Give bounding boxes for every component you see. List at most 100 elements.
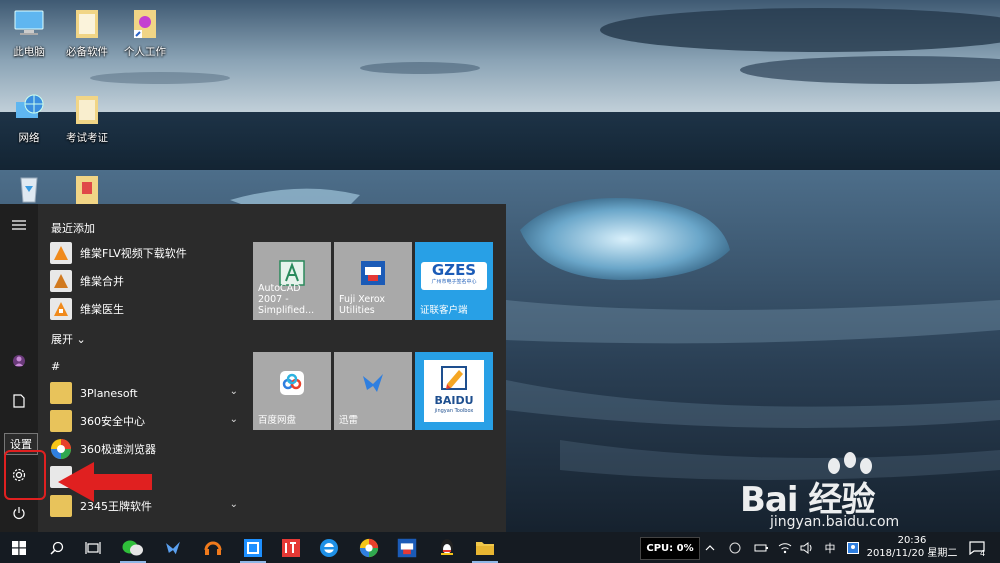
show-hidden-icons-button[interactable] xyxy=(702,532,718,563)
desktop-icon-this-pc[interactable]: 此电脑 xyxy=(0,6,60,59)
user-avatar-icon xyxy=(13,355,25,367)
expand-button[interactable]: 展开 ⌄ xyxy=(51,331,86,347)
documents-button[interactable] xyxy=(0,384,38,418)
tile-gzes-client[interactable]: GZES 广州市电子签名中心 证联客户端 xyxy=(415,242,493,320)
battery-icon xyxy=(754,544,768,551)
tile-label: 百度网盘 xyxy=(258,415,297,426)
computer-icon xyxy=(12,6,46,40)
user-account-button[interactable] xyxy=(0,344,38,378)
app-name: 3Planesoft xyxy=(80,386,138,400)
app-item-weitang-merge[interactable]: 维棠合并 xyxy=(50,268,240,294)
desktop-icon-essential-software[interactable]: 必备软件 xyxy=(56,6,118,59)
taskbar-fuji-xerox[interactable] xyxy=(390,532,424,563)
clock-time: 20:36 xyxy=(897,535,927,546)
wechat-icon xyxy=(122,540,143,555)
folder-shortcut-icon xyxy=(128,6,162,40)
system-clock[interactable]: 20:36 2018/11/20 星期二 xyxy=(862,534,962,560)
baidu-jingyan-watermark: Bai 经验 jingyan.baidu.com xyxy=(740,452,1000,536)
taskbar-wechat[interactable] xyxy=(116,532,150,563)
xunlei-bird-icon xyxy=(360,370,386,399)
folder-icon xyxy=(70,6,104,40)
baidu-toolbox-sub: jingyan Toolbox xyxy=(434,408,474,414)
folder-icon xyxy=(50,382,72,404)
app-item-weitang-flv[interactable]: 维棠FLV视频下载软件 xyxy=(50,240,240,266)
chevron-down-icon: ⌄ xyxy=(76,333,86,346)
tray-app-icon[interactable] xyxy=(726,532,744,563)
gzes-logo-sub: 广州市电子签名中心 xyxy=(431,279,477,285)
folder-icon xyxy=(50,410,72,432)
fuji-xerox-icon xyxy=(360,260,386,289)
browser-360-icon xyxy=(359,538,379,557)
search-icon xyxy=(50,541,64,555)
task-view-button[interactable] xyxy=(76,532,110,563)
taskbar-headset-app[interactable] xyxy=(196,532,230,563)
user-card-icon xyxy=(847,541,859,554)
chevron-up-icon xyxy=(705,544,715,550)
news-app-icon xyxy=(282,538,300,557)
desktop-icon-document-folder[interactable] xyxy=(56,172,118,206)
internet-explorer-icon xyxy=(320,538,338,557)
app-name: 维棠FLV视频下载软件 xyxy=(80,247,187,260)
tile-label: 迅雷 xyxy=(339,415,359,426)
tile-baidu-netdisk[interactable]: 百度网盘 xyxy=(253,352,331,430)
start-button[interactable] xyxy=(2,532,36,563)
desktop-icon-network[interactable]: 网络 xyxy=(0,92,60,145)
gzes-logo-text: GZES xyxy=(431,262,477,279)
expand-label: 展开 xyxy=(51,333,73,346)
chevron-down-icon[interactable]: ⌄ xyxy=(230,499,238,510)
taskbar-ie[interactable] xyxy=(312,532,346,563)
windows-logo-icon xyxy=(12,540,26,555)
app-item-360-security[interactable]: 360安全中心 ⌄ xyxy=(50,408,240,434)
chevron-down-icon[interactable]: ⌄ xyxy=(230,414,238,425)
app-window-icon xyxy=(244,538,262,557)
qq-penguin-icon xyxy=(441,538,453,555)
tray-ime[interactable]: 中 xyxy=(820,532,840,563)
tile-xunlei[interactable]: 迅雷 xyxy=(334,352,412,430)
fuji-xerox-icon xyxy=(397,538,417,557)
tile-fuji-xerox[interactable]: Fuji Xerox Utilities xyxy=(334,242,412,320)
taskbar-file-explorer[interactable] xyxy=(468,532,502,563)
network-globe-icon xyxy=(12,92,46,126)
annotation-arrow-icon xyxy=(58,462,154,505)
search-button[interactable] xyxy=(40,532,74,563)
weitang-doctor-icon xyxy=(50,298,72,320)
weitang-merge-icon xyxy=(50,270,72,292)
baidu-toolbox-text: BAIDU xyxy=(434,394,474,407)
wifi-icon xyxy=(778,542,792,553)
app-item-3planesoft[interactable]: 3Planesoft ⌄ xyxy=(50,380,240,406)
taskbar-blue-app[interactable] xyxy=(236,532,270,563)
cpu-value: 0% xyxy=(676,543,694,554)
tray-user-app[interactable] xyxy=(844,532,862,563)
letter-header-hash[interactable]: # xyxy=(51,360,60,373)
xunlei-bird-icon xyxy=(166,541,180,554)
tile-autocad[interactable]: AutoCAD 2007 - Simplified... xyxy=(253,242,331,320)
cpu-meter[interactable]: CPU: 0% xyxy=(640,537,700,560)
desktop-icon-recycle-bin[interactable] xyxy=(0,172,60,206)
tile-baidu-toolbox[interactable]: BAIDU jingyan Toolbox xyxy=(415,352,493,430)
settings-highlight-box xyxy=(4,450,46,500)
tray-volume[interactable] xyxy=(798,532,816,563)
app-item-360-browser[interactable]: 360极速浏览器 xyxy=(50,436,240,462)
taskbar-360-browser[interactable] xyxy=(352,532,386,563)
taskbar-red-app[interactable] xyxy=(274,532,308,563)
speaker-icon xyxy=(800,541,812,554)
tray-battery[interactable] xyxy=(752,532,770,563)
taskbar-qq[interactable] xyxy=(430,532,464,563)
hamburger-menu-button[interactable] xyxy=(0,208,38,242)
chevron-down-icon[interactable]: ⌄ xyxy=(230,386,238,397)
tile-label: AutoCAD 2007 - Simplified... xyxy=(258,283,315,316)
gzes-logo: GZES 广州市电子签名中心 xyxy=(421,262,487,290)
taskbar-xunlei[interactable] xyxy=(156,532,190,563)
app-name: 维棠医生 xyxy=(80,303,124,316)
power-button[interactable] xyxy=(0,496,38,530)
action-center-button[interactable] xyxy=(964,532,990,563)
desktop-icon-exams[interactable]: 考试考证 xyxy=(56,92,118,145)
desktop-icon-personal-work[interactable]: 个人工作 xyxy=(114,6,176,59)
watermark-url: jingyan.baidu.com xyxy=(770,514,900,530)
tray-app-icon-glyph xyxy=(729,542,741,553)
tray-wifi[interactable] xyxy=(776,532,794,563)
document-icon xyxy=(13,394,25,408)
weitang-app-icon xyxy=(50,242,72,264)
app-name: 维棠合并 xyxy=(80,275,124,288)
app-item-weitang-doctor[interactable]: 维棠医生 xyxy=(50,296,240,322)
